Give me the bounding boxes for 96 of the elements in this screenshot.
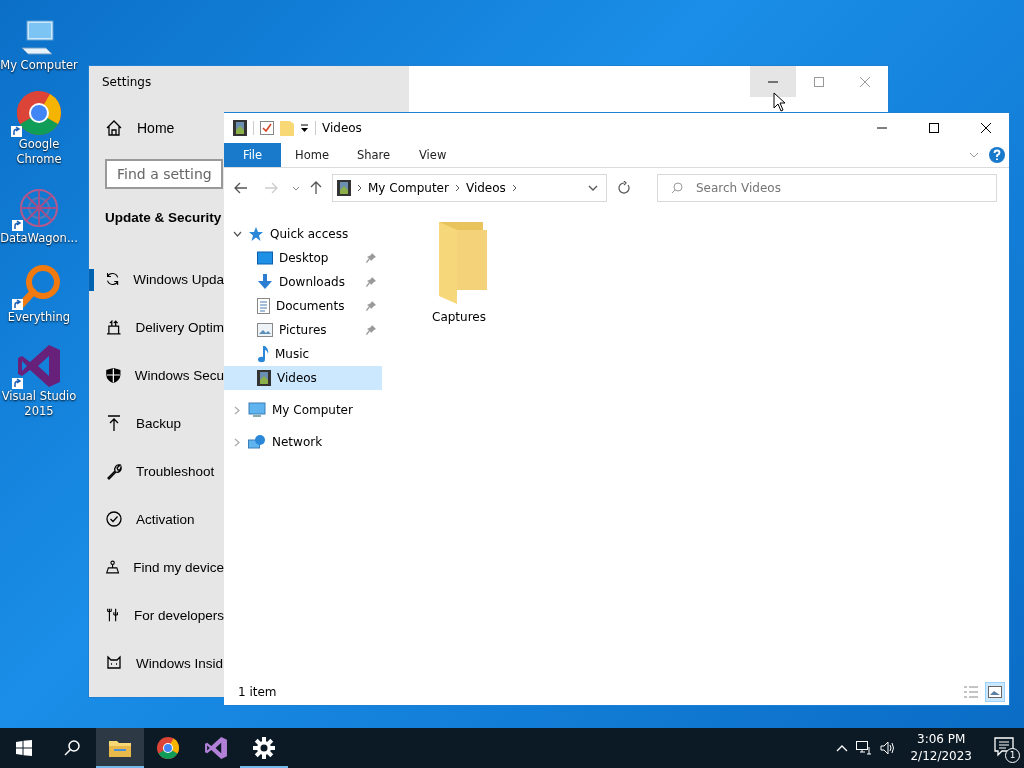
ribbon-tab[interactable]: Share (342, 143, 405, 167)
settings-nav-item[interactable]: Find my device (89, 543, 224, 591)
nav-tree-item[interactable]: Desktop (224, 246, 382, 270)
refresh-icon[interactable] (617, 181, 631, 195)
shield-icon (105, 366, 122, 384)
music-note-icon (257, 345, 269, 363)
check-circle-icon (105, 510, 123, 528)
settings-nav-item[interactable]: For developers (89, 591, 224, 639)
window-title: Settings (101, 74, 153, 91)
properties-icon[interactable] (260, 121, 274, 135)
image-icon (988, 686, 1002, 698)
windows-logo-icon (16, 740, 32, 756)
pin-icon[interactable] (366, 277, 376, 287)
nav-tree-item[interactable]: Quick access (224, 222, 382, 246)
maximize-icon (929, 123, 939, 133)
status-text: 1 item (238, 685, 277, 699)
search-icon (64, 740, 80, 756)
settings-nav-item[interactable]: Troubleshoot (89, 447, 224, 495)
nav-tree-item[interactable]: Network (224, 430, 382, 454)
chevron-down-icon[interactable] (588, 185, 598, 191)
home-link[interactable]: Home (137, 120, 175, 136)
cat-icon (105, 654, 123, 672)
settings-nav-item[interactable]: Activation (89, 495, 224, 543)
chrome-icon (15, 89, 63, 137)
taskbar-app-button[interactable] (96, 728, 144, 768)
star-icon (248, 226, 264, 242)
search-icon (671, 182, 683, 194)
ribbon-tab[interactable]: View (404, 143, 462, 167)
wrench-icon (105, 462, 123, 480)
chevron-up-icon[interactable] (836, 744, 849, 752)
film-icon (233, 120, 247, 136)
nav-tree-item[interactable]: Documents (224, 294, 382, 318)
desktop-icon-label[interactable]: Google Chrome (0, 137, 78, 167)
desktop-icon-label[interactable]: My Computer (0, 58, 78, 73)
minimize-button[interactable] (750, 66, 796, 97)
desktop-icon-label[interactable]: DataWagon... (0, 231, 78, 246)
ribbon-tab[interactable]: File (224, 143, 281, 167)
pin-icon[interactable] (366, 301, 376, 311)
monitor-icon (248, 402, 266, 418)
back-arrow-icon[interactable] (234, 182, 248, 194)
chrome-icon (156, 736, 180, 760)
address-bar[interactable]: My Computer Videos (332, 174, 607, 202)
settings-nav-item[interactable]: Backup (89, 399, 224, 447)
large-icons-view-button[interactable] (985, 682, 1005, 702)
close-icon (860, 76, 870, 87)
gear-icon (253, 737, 275, 759)
chevron-right-icon[interactable] (357, 184, 362, 192)
nav-tree-item[interactable]: Music (224, 342, 382, 366)
speaker-icon[interactable] (880, 741, 897, 755)
film-icon (257, 370, 271, 386)
film-icon (337, 180, 351, 196)
maximize-icon (814, 76, 824, 87)
clock[interactable]: 3:06 PM 2/12/2023 (904, 731, 978, 765)
tools-icon (105, 606, 121, 624)
ribbon-tab[interactable]: Home (281, 143, 343, 167)
chevron-right-icon[interactable] (511, 184, 517, 192)
help-icon[interactable] (989, 147, 1005, 163)
dropdown-arrow-icon[interactable] (300, 123, 309, 133)
notification-count: 1 (1005, 747, 1020, 763)
sync-icon (105, 270, 121, 288)
visual-studio-icon (204, 736, 228, 760)
settings-nav-item[interactable]: Windows Secu (89, 351, 224, 399)
download-arrow-icon (257, 274, 273, 290)
document-icon (257, 298, 270, 314)
search-field[interactable]: Find a setting (105, 159, 223, 189)
folder-icon (108, 738, 132, 758)
desktop-icon (257, 251, 273, 265)
visual-studio-icon (16, 343, 62, 389)
chevron-right-icon[interactable] (454, 184, 460, 192)
network-icon[interactable] (856, 741, 873, 755)
nav-tree-item[interactable]: Videos (224, 366, 382, 390)
pin-icon[interactable] (366, 325, 376, 335)
settings-nav-item[interactable]: Delivery Optim (89, 303, 224, 351)
list-icon (963, 685, 979, 699)
nav-tree-item[interactable]: My Computer (224, 398, 382, 422)
desktop-icon-label[interactable]: Visual Studio 2015 (0, 389, 78, 419)
person-icon (105, 558, 121, 576)
folder-label[interactable]: Captures (432, 310, 486, 324)
upload-arrow-icon (105, 414, 123, 432)
settings-nav-item[interactable]: Windows Upda (89, 255, 224, 303)
settings-nav-item[interactable]: Windows Insid (89, 639, 224, 687)
inbox-icon (105, 318, 123, 336)
notification-icon[interactable] (994, 735, 1016, 758)
window-title: Videos (322, 121, 362, 135)
section-heading: Update & Security (105, 210, 222, 225)
up-arrow-icon[interactable] (310, 181, 322, 195)
nav-tree-item[interactable]: Downloads (224, 270, 382, 294)
home-icon (105, 119, 123, 137)
chevron-down-icon[interactable] (292, 185, 300, 191)
close-icon (981, 123, 991, 133)
picture-icon (257, 323, 273, 337)
network-icon (248, 434, 266, 450)
nav-tree-item[interactable]: Pictures (224, 318, 382, 342)
desktop-icon-label[interactable]: Everything (7, 310, 71, 325)
chevron-down-icon[interactable] (232, 231, 242, 237)
pin-icon[interactable] (366, 253, 376, 263)
